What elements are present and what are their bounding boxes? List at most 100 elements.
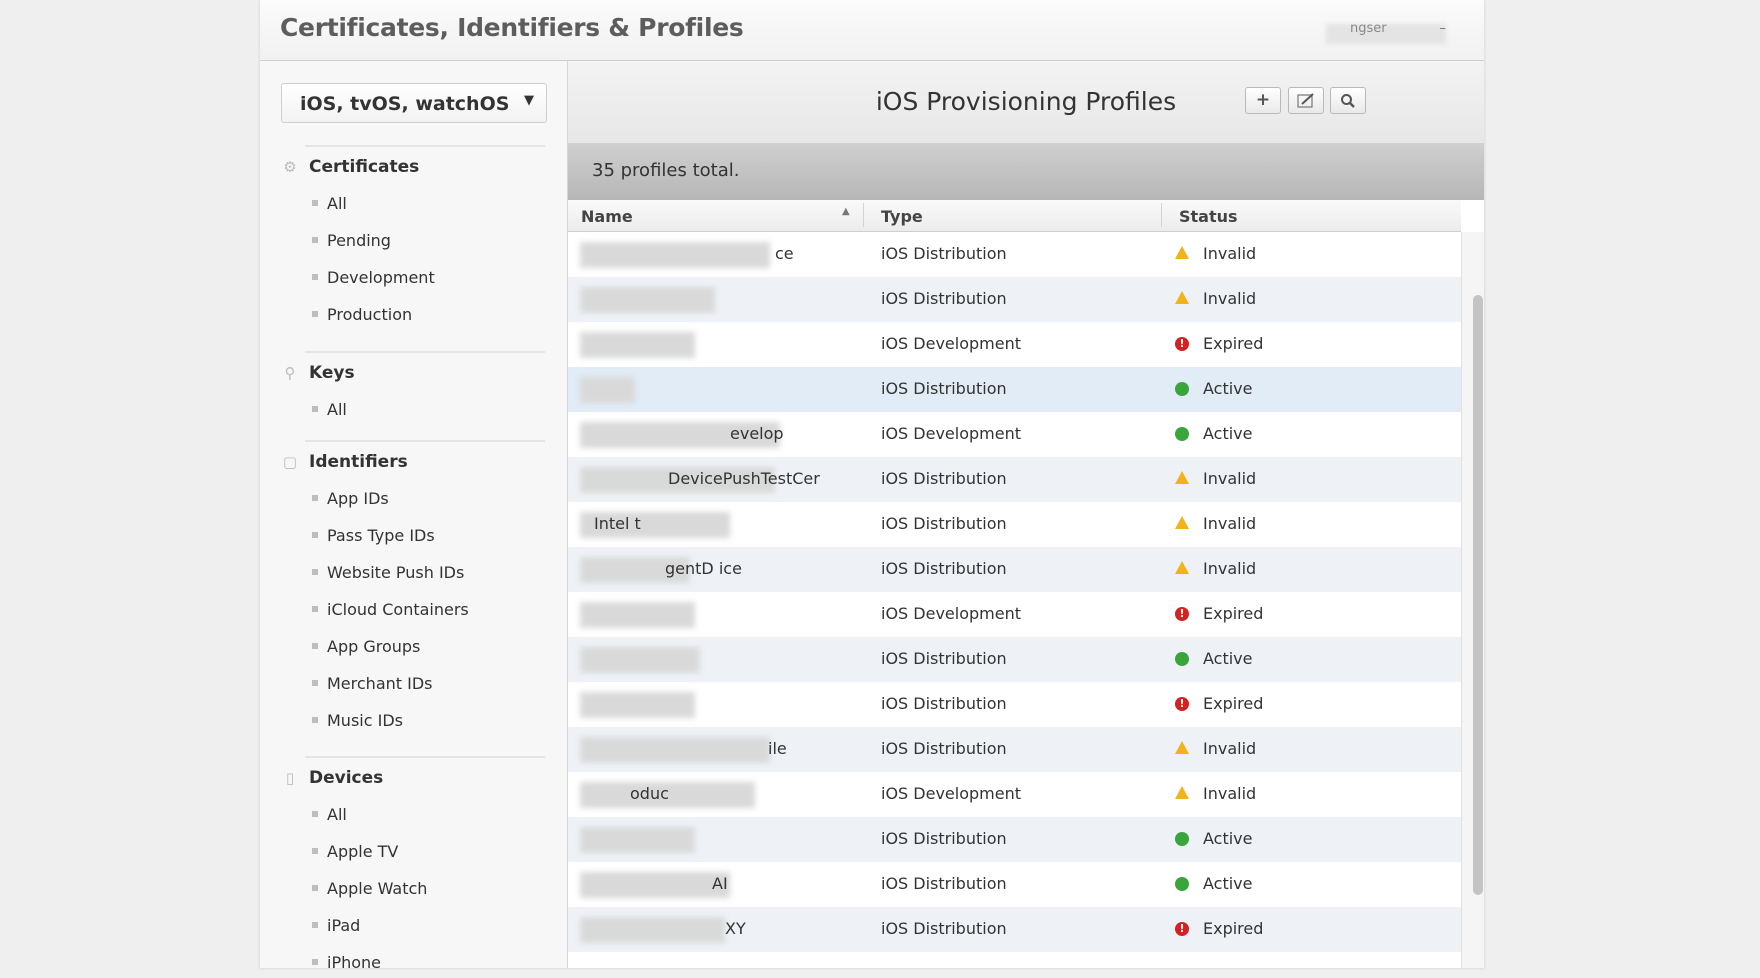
profile-status: Active — [1203, 424, 1253, 443]
table-row[interactable]: iOS Distribution Active — [568, 637, 1461, 682]
column-header-type[interactable]: Type — [881, 207, 923, 226]
sidebar-item-all[interactable]: All — [312, 194, 347, 213]
profile-status: Invalid — [1203, 469, 1257, 488]
name-redacted — [580, 377, 635, 403]
bullet-icon — [312, 605, 318, 612]
profile-type: iOS Distribution — [881, 379, 1007, 398]
sidebar-item-label: All — [327, 194, 347, 213]
table-row[interactable]: iOS Distribution Active — [568, 367, 1461, 412]
sidebar-item-label: Pending — [327, 231, 391, 250]
plus-icon: + — [1255, 90, 1271, 110]
status-invalid-icon — [1175, 561, 1189, 574]
profile-status: Active — [1203, 649, 1253, 668]
status-invalid-icon — [1175, 471, 1189, 484]
table-row[interactable]: XY iOS Distribution! Expired — [568, 907, 1461, 952]
sidebar-item-icloud-containers[interactable]: iCloud Containers — [312, 600, 469, 619]
column-header-status[interactable]: Status — [1179, 207, 1238, 226]
sidebar-item-pending[interactable]: Pending — [312, 231, 391, 250]
table-row[interactable]: iOS Distribution Active — [568, 817, 1461, 862]
sidebar-item-apple-watch[interactable]: Apple Watch — [312, 879, 427, 898]
device-icon: ▯ — [285, 769, 295, 787]
bullet-icon — [312, 958, 318, 965]
section-divider — [305, 351, 545, 353]
user-menu[interactable]: ngser – — [1326, 20, 1446, 46]
table-row[interactable]: iOS Distribution Invalid — [568, 277, 1461, 322]
sort-ascending-icon: ▲ — [842, 206, 850, 217]
table-row[interactable]: gentD ice iOS Distribution Invalid — [568, 547, 1461, 592]
table-row[interactable]: ce iOS Distribution Invalid — [568, 232, 1461, 277]
profile-status: Invalid — [1203, 289, 1257, 308]
status-active-icon — [1175, 427, 1189, 441]
table-row[interactable]: iOS Distribution! Expired — [568, 682, 1461, 727]
sidebar-item-app-groups[interactable]: App Groups — [312, 637, 420, 656]
sidebar-item-all[interactable]: All — [312, 400, 347, 419]
profile-type: iOS Distribution — [881, 649, 1007, 668]
status-expired-icon: ! — [1175, 607, 1189, 621]
name-redacted — [580, 917, 725, 943]
sidebar-item-label: Music IDs — [327, 711, 403, 730]
app-window: Certificates, Identifiers & Profiles ngs… — [260, 0, 1484, 968]
column-header-name[interactable]: Name — [581, 207, 633, 226]
table-row[interactable]: iOS Development! Expired — [568, 592, 1461, 637]
table-row[interactable]: ile iOS Distribution Invalid — [568, 727, 1461, 772]
section-divider — [305, 145, 545, 147]
bullet-icon — [312, 236, 318, 243]
bullet-icon — [312, 716, 318, 723]
status-expired-icon: ! — [1175, 337, 1189, 351]
profile-count: 35 profiles total. — [592, 160, 740, 181]
sidebar-item-music-ids[interactable]: Music IDs — [312, 711, 403, 730]
status-expired-icon: ! — [1175, 922, 1189, 936]
sidebar-item-pass-type-ids[interactable]: Pass Type IDs — [312, 526, 435, 545]
edit-button[interactable] — [1288, 87, 1324, 114]
search-button[interactable] — [1330, 87, 1366, 114]
status-expired-icon: ! — [1175, 697, 1189, 711]
add-button[interactable]: + — [1245, 87, 1281, 114]
bullet-icon — [312, 405, 318, 412]
profile-status: Active — [1203, 829, 1253, 848]
sidebar-item-production[interactable]: Production — [312, 305, 412, 324]
status-invalid-icon — [1175, 516, 1189, 529]
bullet-icon — [312, 642, 318, 649]
status-active-icon — [1175, 652, 1189, 666]
table-row[interactable]: iOS Development! Expired — [568, 322, 1461, 367]
bullet-icon — [312, 568, 318, 575]
profile-status: Active — [1203, 379, 1253, 398]
page-title: Certificates, Identifiers & Profiles — [280, 13, 744, 42]
sidebar-item-app-ids[interactable]: App IDs — [312, 489, 389, 508]
bullet-icon — [312, 310, 318, 317]
sidebar-item-label: Merchant IDs — [327, 674, 433, 693]
bullet-icon — [312, 884, 318, 891]
sidebar-item-label: All — [327, 805, 347, 824]
name-redacted — [580, 242, 770, 268]
sidebar-item-label: App IDs — [327, 489, 389, 508]
table-header: Name ▲ Type Status — [568, 200, 1461, 232]
table-row[interactable]: evelop iOS Development Active — [568, 412, 1461, 457]
sidebar-item-label: iCloud Containers — [327, 600, 469, 619]
sidebar-item-ipad[interactable]: iPad — [312, 916, 360, 935]
sidebar-item-website-push-ids[interactable]: Website Push IDs — [312, 563, 464, 582]
sidebar-item-all[interactable]: All — [312, 805, 347, 824]
profile-status: Expired — [1203, 334, 1264, 353]
name-redacted — [580, 287, 715, 313]
key-icon: ⚲ — [284, 364, 296, 382]
sidebar-item-merchant-ids[interactable]: Merchant IDs — [312, 674, 433, 693]
profile-type: iOS Distribution — [881, 514, 1007, 533]
table-row[interactable]: oduc iOS Development Invalid — [568, 772, 1461, 817]
scrollbar-thumb[interactable] — [1473, 295, 1483, 895]
sidebar-item-development[interactable]: Development — [312, 268, 435, 287]
table-row[interactable]: Intel t iOS Distribution Invalid — [568, 502, 1461, 547]
table-row[interactable]: AI iOS Distribution Active — [568, 862, 1461, 907]
certificate-icon: ⚙ — [283, 158, 297, 176]
table-row[interactable]: DevicePushTestCer iOS Distribution Invalid — [568, 457, 1461, 502]
sidebar-item-apple-tv[interactable]: Apple TV — [312, 842, 398, 861]
status-invalid-icon — [1175, 291, 1189, 304]
profile-name: ile — [768, 739, 787, 758]
name-redacted — [580, 692, 695, 718]
profile-name: gentD ice — [665, 559, 742, 578]
name-redacted — [580, 332, 695, 358]
platform-select[interactable]: iOS, tvOS, watchOS ▼ — [281, 83, 547, 123]
bullet-icon — [312, 679, 318, 686]
sidebar-item-iphone[interactable]: iPhone — [312, 953, 381, 968]
profile-type: iOS Distribution — [881, 829, 1007, 848]
profile-type: iOS Development — [881, 604, 1021, 623]
